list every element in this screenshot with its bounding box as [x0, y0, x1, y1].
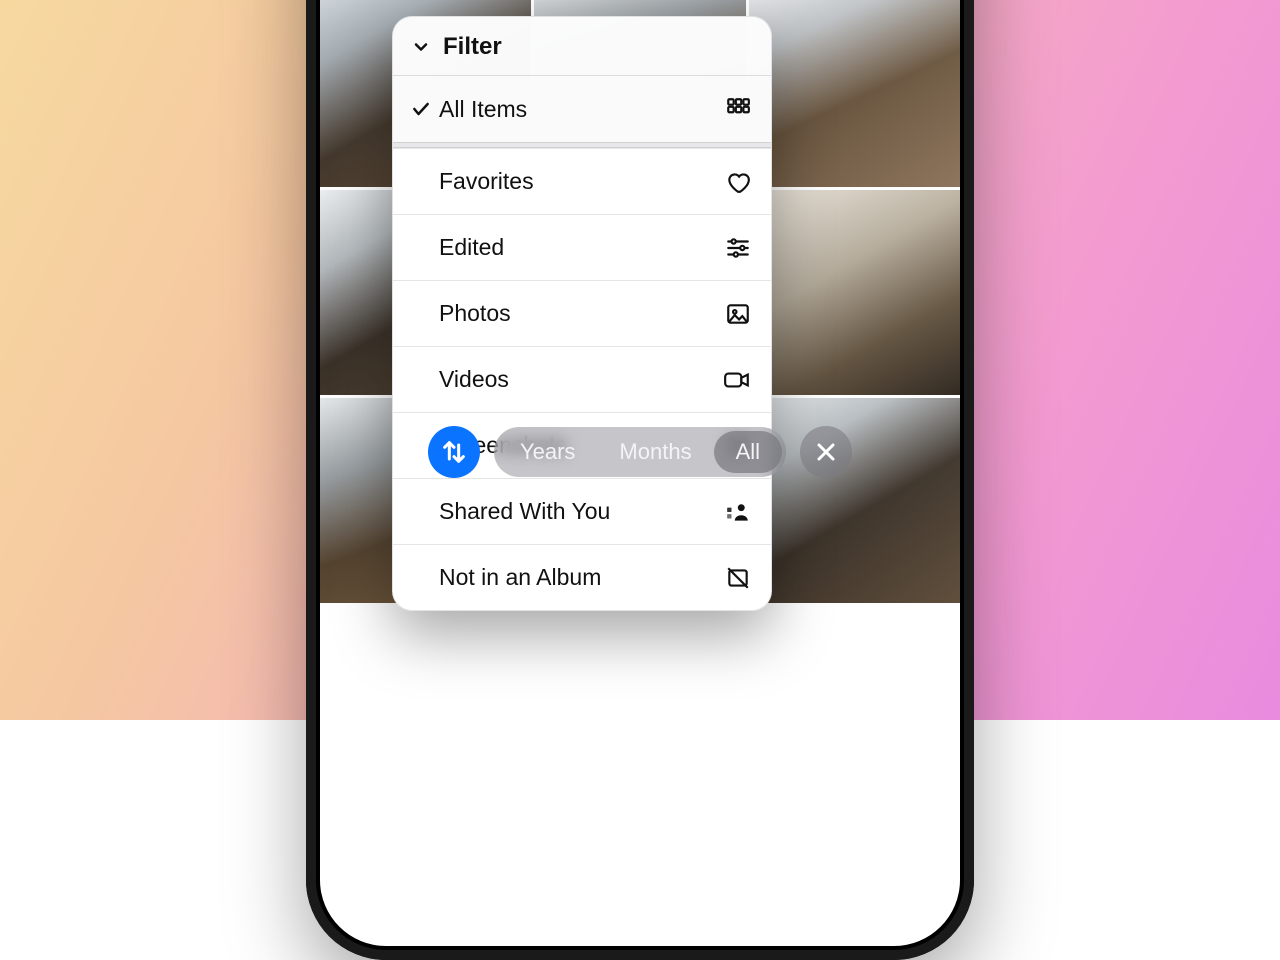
filter-option-label: All Items — [439, 96, 725, 123]
filter-option-videos[interactable]: Videos — [393, 346, 771, 412]
filter-option-all-items[interactable]: All Items — [393, 76, 771, 142]
filter-option-label: Not in an Album — [439, 564, 725, 591]
no-album-icon — [725, 565, 751, 591]
grid-icon — [725, 96, 751, 122]
phone-screen: Filter All Items Favorites — [320, 0, 960, 946]
filter-option-not-in-album[interactable]: Not in an Album — [393, 544, 771, 610]
filter-option-label: Shared With You — [439, 498, 725, 525]
filter-menu-header[interactable]: Filter — [393, 17, 771, 76]
filter-menu: Filter All Items Favorites — [392, 16, 772, 611]
photo-thumbnail[interactable] — [749, 0, 960, 187]
sort-button[interactable] — [428, 426, 480, 478]
photo-icon — [725, 301, 751, 327]
close-icon — [814, 440, 838, 464]
shared-icon — [725, 499, 751, 525]
filter-menu-title: Filter — [443, 33, 502, 61]
filter-option-label: Videos — [439, 366, 723, 393]
filter-option-favorites[interactable]: Favorites — [393, 148, 771, 214]
filter-option-photos[interactable]: Photos — [393, 280, 771, 346]
segment-years[interactable]: Years — [498, 431, 597, 473]
photo-thumbnail[interactable] — [749, 190, 960, 395]
checkmark-icon — [407, 99, 435, 119]
close-button[interactable] — [800, 426, 852, 478]
sliders-icon — [725, 235, 751, 261]
sort-icon — [440, 438, 468, 466]
filter-option-shared-with-you[interactable]: Shared With You — [393, 478, 771, 544]
filter-option-edited[interactable]: Edited — [393, 214, 771, 280]
filter-option-label: Photos — [439, 300, 725, 327]
filter-option-label: Edited — [439, 234, 725, 261]
chevron-down-icon — [411, 37, 431, 57]
bottom-toolbar: Years Months All — [320, 420, 960, 484]
filter-option-label: Favorites — [439, 168, 725, 195]
heart-icon — [725, 169, 751, 195]
segment-all[interactable]: All — [714, 431, 782, 473]
time-range-segmented-control: Years Months All — [494, 427, 786, 477]
phone-frame: Filter All Items Favorites — [306, 0, 974, 960]
segment-months[interactable]: Months — [597, 431, 713, 473]
video-icon — [723, 367, 751, 393]
